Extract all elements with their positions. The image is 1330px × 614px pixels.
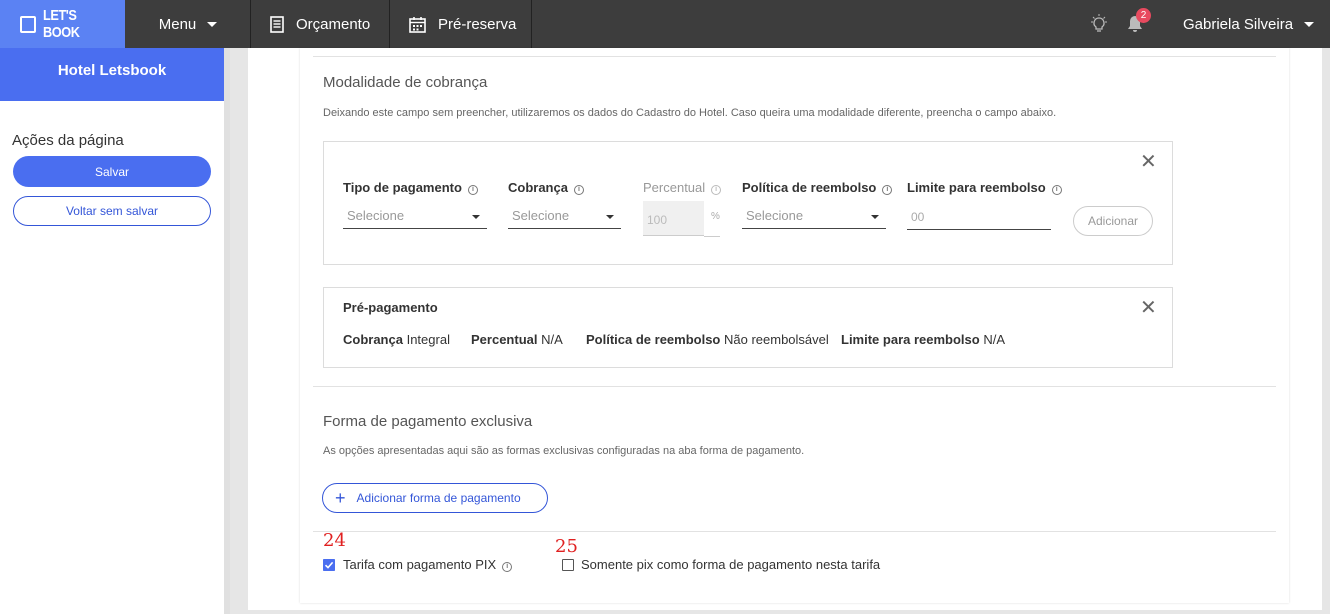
notification-badge: 2 [1136, 8, 1151, 23]
pix-checkbox-label[interactable]: Tarifa com pagamento PIX i [343, 557, 513, 572]
nav-orcamento[interactable]: Orçamento [250, 0, 390, 48]
chevron-down-icon [207, 21, 218, 27]
nav-pre-reserva-label: Pré-reserva [438, 15, 517, 33]
add-payment-method-button[interactable]: + Adicionar forma de pagamento [322, 483, 548, 513]
info-icon[interactable]: i [711, 185, 722, 195]
info-icon[interactable]: i [502, 562, 513, 572]
menu-label: Menu [158, 15, 197, 33]
cobranca-label: Cobrança i [508, 180, 584, 195]
nav-pre-reserva[interactable]: Pré-reserva [389, 0, 532, 48]
pre-pagamento-box [323, 287, 1173, 368]
plus-icon: + [335, 488, 346, 508]
tipo-pagamento-placeholder: Selecione [347, 208, 405, 223]
add-payment-method-label: Adicionar forma de pagamento [356, 491, 521, 505]
logo-square-icon [20, 15, 37, 33]
marker-24: 24 [323, 530, 346, 551]
hotel-name: Hotel Letsbook [0, 48, 224, 101]
dropdown-arrow-icon [472, 215, 480, 219]
lightbulb-icon[interactable] [1089, 14, 1109, 36]
save-button[interactable]: Salvar [13, 156, 211, 187]
top-bar: LET'S BOOK Menu Orçamento Pré-reserva 2 … [0, 0, 1330, 48]
limite-reembolso-label: Limite para reembolso i [907, 180, 1062, 195]
percentual-label: Percentual i [643, 180, 722, 195]
pre-pagamento-title: Pré-pagamento [343, 300, 438, 315]
user-name: Gabriela Silveira [1183, 15, 1294, 33]
modalidade-description: Deixando este campo sem preencher, utili… [323, 107, 1057, 119]
info-icon[interactable]: i [882, 185, 893, 195]
info-icon[interactable]: i [467, 185, 478, 195]
somente-pix-checkbox-label[interactable]: Somente pix como forma de pagamento nest… [581, 557, 880, 572]
politica-reembolso-label: Política de reembolso i [742, 180, 893, 195]
divider [313, 386, 1276, 387]
percentual-input: 100 [643, 201, 704, 236]
dropdown-arrow-icon [871, 215, 879, 219]
summary-limite: Limite para reembolso N/A [841, 332, 1006, 347]
document-icon [270, 15, 284, 33]
percent-underline [704, 236, 720, 237]
dropdown-arrow-icon [606, 215, 614, 219]
summary-percentual: Percentual N/A [471, 332, 563, 347]
marker-25: 25 [555, 536, 578, 557]
close-icon[interactable]: ✕ [1140, 152, 1157, 172]
summary-politica: Política de reembolso Não reembolsável [586, 332, 829, 347]
limite-reembolso-input[interactable]: 00 [907, 204, 1051, 230]
divider [313, 531, 1276, 532]
cobranca-placeholder: Selecione [512, 208, 570, 223]
sidebar: Hotel Letsbook Ações da página Salvar Vo… [0, 48, 224, 614]
add-button[interactable]: Adicionar [1073, 206, 1153, 236]
logo-text: LET'S BOOK [43, 7, 80, 41]
modalidade-title: Modalidade de cobrança [323, 74, 488, 91]
info-icon[interactable]: i [1051, 185, 1062, 195]
back-without-saving-button[interactable]: Voltar sem salvar [13, 196, 211, 226]
percent-symbol: % [711, 211, 720, 222]
logo[interactable]: LET'S BOOK [0, 0, 125, 48]
politica-placeholder: Selecione [746, 208, 804, 223]
somente-pix-checkbox[interactable] [562, 559, 574, 571]
page-actions-title: Ações da página [12, 132, 124, 149]
menu-dropdown[interactable]: Menu [125, 0, 251, 48]
divider [313, 56, 1276, 57]
tipo-pagamento-select[interactable]: Selecione [343, 203, 487, 229]
tipo-pagamento-label: Tipo de pagamento i [343, 180, 478, 195]
close-icon[interactable]: ✕ [1140, 298, 1157, 318]
info-icon[interactable]: i [573, 185, 584, 195]
calendar-icon [409, 16, 426, 33]
user-menu[interactable]: Gabriela Silveira [1183, 0, 1315, 48]
forma-exclusiva-description: As opções apresentadas aqui são as forma… [323, 445, 805, 457]
pix-checkbox[interactable] [323, 559, 335, 571]
cobranca-select[interactable]: Selecione [508, 203, 621, 229]
nav-orcamento-label: Orçamento [296, 15, 371, 33]
politica-reembolso-select[interactable]: Selecione [742, 203, 886, 229]
forma-exclusiva-title: Forma de pagamento exclusiva [323, 413, 533, 430]
chevron-down-icon [1304, 21, 1315, 27]
summary-cobranca: Cobrança Integral [343, 332, 450, 347]
